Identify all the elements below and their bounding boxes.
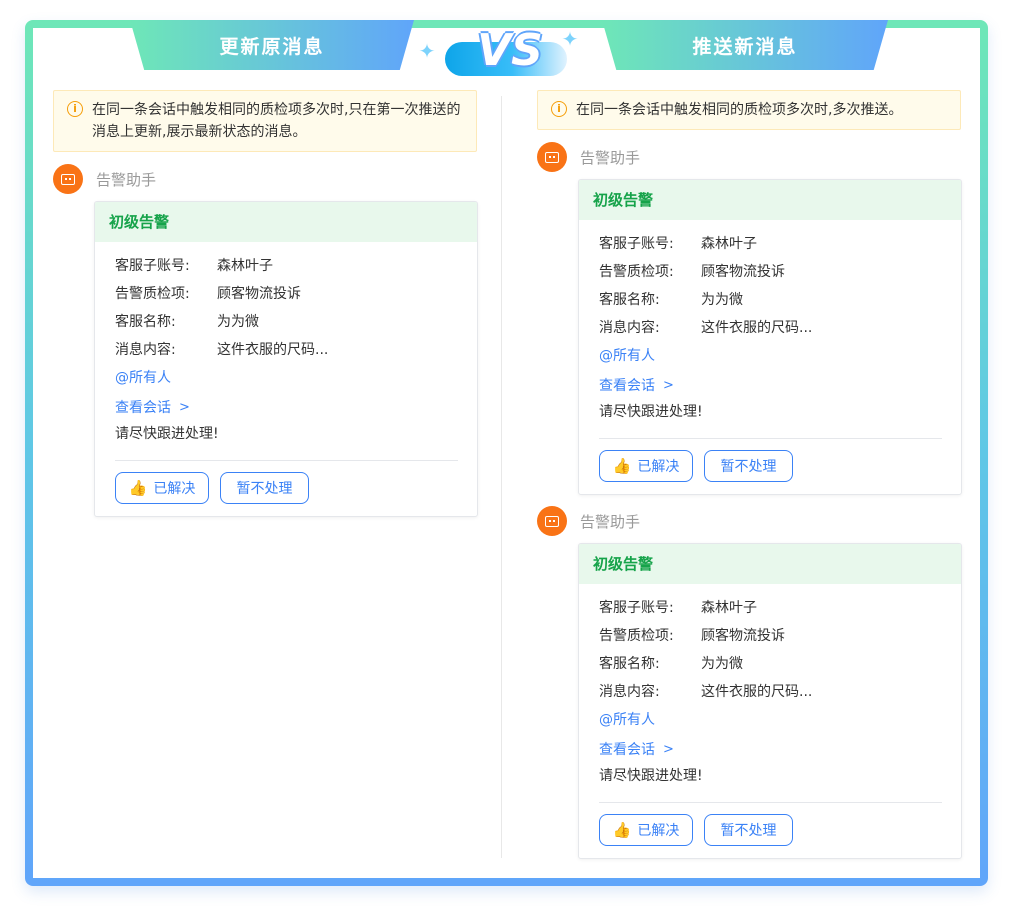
card-actions: 👍 已解决 暂不处理 [599,439,942,494]
field-label: 告警质检项: [115,286,190,302]
field-value: 森林叶子 [701,600,757,616]
right-alert-card-2: 初级告警 客服子账号: 森林叶子 告警质检项: 顾客物流投诉 客服名称: 为为微 消息… [578,543,962,859]
field-label: 客服子账号: [115,258,190,274]
view-session-link[interactable]: 查看会话 > [599,736,942,764]
right-alert-card-1: 初级告警 客服子账号: 森林叶子 告警质检项: 顾客物流投诉 客服名称: 为为微 消息… [578,179,962,495]
right-notice: i 在同一条会话中触发相同的质检项多次时,多次推送。 [537,90,961,130]
resolved-button[interactable]: 👍 已解决 [599,814,693,846]
field-row: 客服名称: 为为微 [599,652,942,680]
right-bot-row-1: 告警助手 [537,142,640,172]
field-row: 消息内容: 这件衣服的尺码... [599,680,942,708]
field-value: 森林叶子 [217,258,273,274]
right-bot-row-2: 告警助手 [537,506,640,536]
field-row: 告警质检项: 顾客物流投诉 [599,260,942,288]
field-row: 告警质检项: 顾客物流投诉 [599,624,942,652]
robot-icon [545,515,559,527]
field-label: 消息内容: [599,684,660,700]
left-notice-text: 在同一条会话中触发相同的质检项多次时,只在第一次推送的消息上更新,展示最新状态的… [92,102,461,140]
sparkle-icon: ✦ [561,27,579,51]
field-value: 这件衣服的尺码... [701,320,813,336]
mention-all[interactable]: @所有人 [115,366,458,394]
field-row: 客服子账号: 森林叶子 [599,596,942,624]
mention-all[interactable]: @所有人 [599,708,942,736]
field-row: 客服子账号: 森林叶子 [115,254,458,282]
field-value: 为为微 [701,292,743,308]
card-actions: 👍 已解决 暂不处理 [115,461,458,516]
vs-label: VS [477,25,543,76]
bot-avatar [53,164,83,194]
field-label: 客服子账号: [599,600,674,616]
resolved-button[interactable]: 👍 已解决 [115,472,209,504]
urge-text: 请尽快跟进处理! [599,768,703,784]
bot-avatar [537,142,567,172]
field-value: 为为微 [701,656,743,672]
bot-name: 告警助手 [580,148,641,167]
left-notice: i 在同一条会话中触发相同的质检项多次时,只在第一次推送的消息上更新,展示最新状… [53,90,477,152]
field-label: 告警质检项: [599,628,674,644]
thumbs-up-icon: 👍 [612,821,632,839]
field-label: 消息内容: [599,320,660,336]
robot-icon [61,173,75,185]
ignore-button[interactable]: 暂不处理 [704,450,793,482]
field-row: 客服子账号: 森林叶子 [599,232,942,260]
urge-text: 请尽快跟进处理! [115,426,219,442]
chevron-right-icon: > [663,742,674,757]
left-bot-row: 告警助手 [53,164,156,194]
field-value: 顾客物流投诉 [701,628,785,644]
thumbs-up-icon: 👍 [128,479,148,497]
field-row: 消息内容: 这件衣服的尺码... [115,338,458,366]
field-row: 消息内容: 这件衣服的尺码... [599,316,942,344]
field-value: 顾客物流投诉 [217,286,301,302]
urge-text: 请尽快跟进处理! [599,404,703,420]
alert-card-body: 客服子账号: 森林叶子 告警质检项: 顾客物流投诉 客服名称: 为为微 消息内容: 这件… [579,220,961,494]
chevron-right-icon: > [179,400,190,415]
info-icon: i [67,101,83,117]
field-label: 客服名称: [599,292,660,308]
ignore-button[interactable]: 暂不处理 [220,472,309,504]
field-row: 客服名称: 为为微 [599,288,942,316]
resolved-label: 已解决 [153,481,196,497]
field-value: 顾客物流投诉 [701,264,785,280]
left-alert-card: 初级告警 客服子账号: 森林叶子 告警质检项: 顾客物流投诉 客服名称: 为为微 消息… [94,201,478,517]
alert-card-title: 初级告警 [95,202,477,242]
info-icon: i [551,101,567,117]
field-value: 这件衣服的尺码... [217,342,329,358]
resolved-label: 已解决 [637,823,680,839]
field-label: 告警质检项: [599,264,674,280]
update-original-tab: 更新原消息 [130,20,414,70]
field-label: 客服名称: [599,656,660,672]
robot-icon [545,151,559,163]
resolved-button[interactable]: 👍 已解决 [599,450,693,482]
view-session-link[interactable]: 查看会话 > [599,372,942,400]
card-actions: 👍 已解决 暂不处理 [599,803,942,858]
field-label: 消息内容: [115,342,176,358]
field-row: 告警质检项: 顾客物流投诉 [115,282,458,310]
bot-name: 告警助手 [580,512,641,531]
view-session-label: 查看会话 [599,742,655,758]
alert-card-body: 客服子账号: 森林叶子 告警质检项: 顾客物流投诉 客服名称: 为为微 消息内容: 这件… [95,242,477,516]
field-row: 客服名称: 为为微 [115,310,458,338]
field-label: 客服子账号: [599,236,674,252]
push-new-tab: 推送新消息 [602,20,888,70]
field-value: 这件衣服的尺码... [701,684,813,700]
field-label: 客服名称: [115,314,176,330]
sparkle-icon: ✦ [418,39,436,63]
view-session-label: 查看会话 [115,400,171,416]
alert-card-body: 客服子账号: 森林叶子 告警质检项: 顾客物流投诉 客服名称: 为为微 消息内容: 这件… [579,584,961,858]
right-notice-text: 在同一条会话中触发相同的质检项多次时,多次推送。 [576,102,903,118]
ignore-button[interactable]: 暂不处理 [704,814,793,846]
alert-card-title: 初级告警 [579,544,961,584]
view-session-label: 查看会话 [599,378,655,394]
column-divider [501,96,502,858]
field-value: 为为微 [217,314,259,330]
resolved-label: 已解决 [637,459,680,475]
bot-avatar [537,506,567,536]
bot-name: 告警助手 [96,170,157,189]
thumbs-up-icon: 👍 [612,457,632,475]
view-session-link[interactable]: 查看会话 > [115,394,458,422]
field-value: 森林叶子 [701,236,757,252]
chevron-right-icon: > [663,378,674,393]
alert-card-title: 初级告警 [579,180,961,220]
mention-all[interactable]: @所有人 [599,344,942,372]
